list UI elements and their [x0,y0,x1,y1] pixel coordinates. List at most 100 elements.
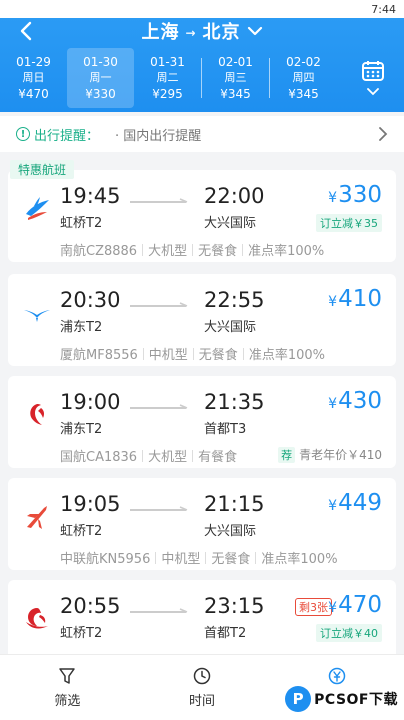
flight-card[interactable]: 19:05 虹桥T2 21:15 大兴国际 ¥449 中联航KN5956 中机型… [8,478,396,570]
seats-left-badge: 剩3张 [295,598,332,616]
flight-info: 中联航KN5956 中机型 无餐食 准点率100% [60,548,338,567]
arrival-time: 22:00 [204,184,265,208]
calendar-button[interactable] [342,44,404,112]
arrival-airport: 首都T3 [204,422,247,437]
currency-symbol: ¥ [328,396,338,412]
divider [192,449,194,462]
time-label: 时间 [189,694,216,709]
flight-number: 国航CA1836 [60,450,138,465]
aircraft-size: 大机型 [148,244,188,259]
air-china-logo [30,404,45,425]
date-label: 01-30 [83,55,118,69]
price-value: 470 [338,592,382,618]
flight-price: ¥430 [328,388,382,414]
divider [142,243,144,256]
notice-text: · 国内出行提醒 [115,128,202,144]
flight-card[interactable]: 19:45 虹桥T2 22:00 大兴国际 ¥330 订立减￥35 南航CZ88… [8,170,396,262]
arrival-airport: 大兴国际 [204,320,257,335]
hainan-airlines-logo [26,608,48,629]
notice-title: 出行提醒： [34,128,100,144]
divider [142,347,144,360]
divider [192,243,194,256]
date-cell[interactable]: 02-01 周三 ¥345 [202,48,269,108]
date-cell-active[interactable]: 01-30 周一 ¥330 [67,48,134,108]
divider [192,347,194,360]
chevron-down-icon [367,88,379,96]
date-label: 01-29 [16,55,51,69]
weekday-label: 周四 [292,71,315,84]
aircraft-size: 中机型 [148,348,188,363]
flight-info: 南航CZ8886 大机型 无餐食 准点率100% [60,240,324,259]
back-arrow-icon [20,21,32,41]
senior-price: 荐 青老年价￥410 [278,446,382,463]
flight-path-line [130,404,188,409]
china-united-logo [27,506,47,529]
weekday-label: 周日 [22,71,45,84]
route-selector[interactable]: 上海 → 北京 [141,18,262,44]
info-icon: ! [16,127,30,141]
on-time-rate: 准点率100% [248,348,325,363]
flight-number: 南航CZ8886 [60,244,138,259]
arrival-airport: 大兴国际 [204,216,257,231]
flight-price: ¥410 [328,286,382,312]
senior-price-text: 青老年价￥410 [299,448,382,462]
departure-airport: 虹桥T2 [60,524,103,539]
flight-path-line [130,506,188,511]
divider [205,551,207,564]
time-sort-tab[interactable]: 时间 [135,655,270,720]
travel-notice[interactable]: ! 出行提醒： · 国内出行提醒 [0,116,404,152]
price-value: 449 [338,490,382,516]
on-time-rate: 准点率100% [261,552,338,567]
departure-time: 19:05 [60,492,121,516]
xiamen-airlines-logo [24,310,50,322]
weekday-label: 周三 [224,71,247,84]
currency-symbol: ¥ [328,294,338,310]
arrival-time: 21:15 [204,492,265,516]
flight-card[interactable]: 19:00 浦东T2 21:35 首都T3 ¥430 国航CA1836 大机型 … [8,376,396,468]
divider [142,449,144,462]
weekday-label: 周一 [89,71,112,84]
price-value: 330 [338,182,382,208]
date-cell[interactable]: 01-29 周日 ¥470 [0,48,67,108]
departure-time: 19:00 [60,390,121,414]
back-button[interactable] [14,19,38,43]
flight-path-line [130,608,188,613]
flight-number: 厦航MF8556 [60,348,138,363]
watermark: P PCSOF下载 [285,686,398,712]
flight-info: 国航CA1836 大机型 有餐食 [60,446,237,465]
date-price: ¥345 [288,87,319,101]
filter-tab[interactable]: 筛选 [0,655,135,720]
promo-badge: 订立减￥35 [316,214,382,232]
calendar-icon [362,61,384,81]
flight-card[interactable]: 20:30 浦东T2 22:55 大兴国际 ¥410 厦航MF8556 中机型 … [8,274,396,366]
divider [255,551,257,564]
aircraft-size: 大机型 [148,450,188,465]
weekday-label: 周二 [156,71,179,84]
flight-price: ¥330 [328,182,382,208]
on-time-rate: 准点率100% [248,244,325,259]
date-label: 02-02 [286,55,321,69]
date-cell[interactable]: 02-02 周四 ¥345 [270,48,337,108]
filter-icon [57,666,77,686]
chevron-right-icon [379,127,388,141]
price-value: 410 [338,286,382,312]
meal-info: 无餐食 [198,348,238,363]
chevron-down-icon [247,26,262,36]
flight-price: ¥449 [328,490,382,516]
special-flight-tag: 特惠航班 [10,160,75,179]
date-label: 02-01 [218,55,253,69]
title-row: 上海 → 北京 [0,18,404,44]
status-bar: 7:44 [0,0,404,18]
date-price: ¥330 [85,87,116,101]
departure-airport: 虹桥T2 [60,626,103,641]
arrival-time: 22:55 [204,288,265,312]
price-value: 430 [338,388,382,414]
header: 上海 → 北京 01-29 周日 ¥470 01-30 周一 ¥330 01-3… [0,18,404,112]
departure-time: 19:45 [60,184,121,208]
status-time: 7:44 [371,2,396,16]
divider [242,243,244,256]
flight-price: ¥470 [328,592,382,618]
date-cell[interactable]: 01-31 周二 ¥295 [134,48,201,108]
divider [155,551,157,564]
currency-symbol: ¥ [328,498,338,514]
